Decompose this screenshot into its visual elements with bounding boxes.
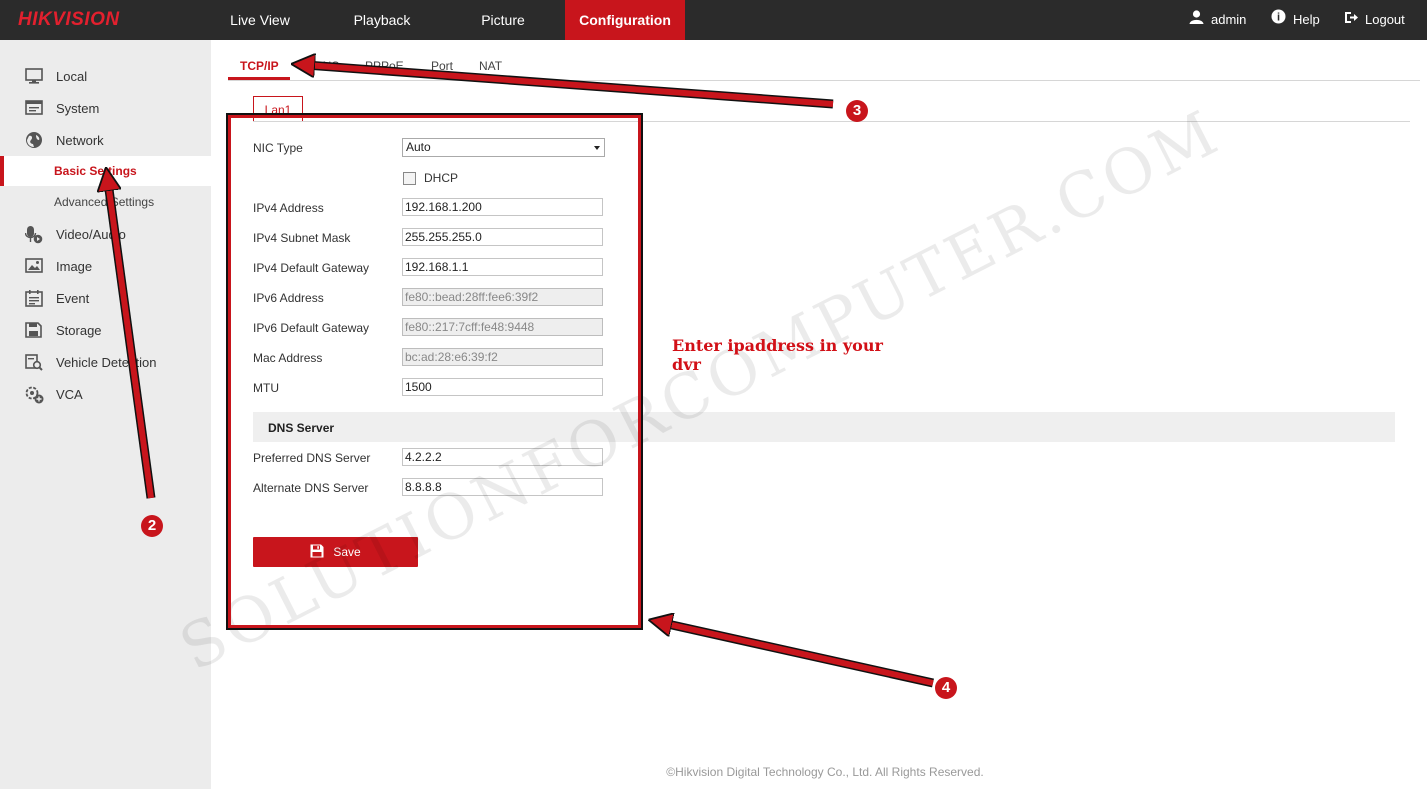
annotation-arrows (0, 0, 934, 688)
step-badge-2: 2 (141, 515, 163, 537)
step-badge-3: 3 (846, 100, 868, 122)
step-badge-4: 4 (935, 677, 957, 699)
